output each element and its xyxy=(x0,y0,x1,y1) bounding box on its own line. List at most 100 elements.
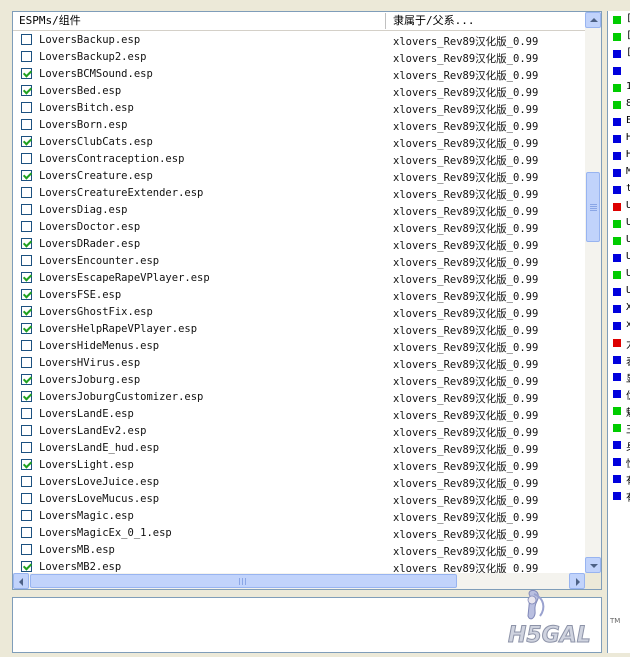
esp-row[interactable]: LoversJoburg.esp xlovers_Rev89汉化版_0.99 xyxy=(13,372,585,389)
scroll-up-button[interactable] xyxy=(585,12,601,28)
esp-checkbox[interactable] xyxy=(21,493,32,504)
side-list-item[interactable]: M xyxy=(626,166,630,177)
side-list-item[interactable]: x xyxy=(626,319,630,330)
scroll-down-button[interactable] xyxy=(585,557,601,573)
esp-checkbox[interactable] xyxy=(21,289,32,300)
esp-row[interactable]: LoversDRader.esp xlovers_Rev89汉化版_0.99 xyxy=(13,236,585,253)
esp-row[interactable]: LoversMB2.esp xlovers_Rev89汉化版_0.99 xyxy=(13,559,585,573)
esp-checkbox[interactable] xyxy=(21,238,32,249)
esp-checkbox[interactable] xyxy=(21,425,32,436)
esp-row[interactable]: LoversJoburgCustomizer.esp xlovers_Rev89汉… xyxy=(13,389,585,406)
esp-row[interactable]: LoversEncounter.esp xlovers_Rev89汉化版_0.99 xyxy=(13,253,585,270)
side-list-item[interactable]: H xyxy=(626,132,630,143)
side-list-item[interactable]: 身 xyxy=(626,438,630,453)
esp-row[interactable]: LoversFSE.esp xlovers_Rev89汉化版_0.99 xyxy=(13,287,585,304)
esp-row[interactable]: LoversBed.esp xlovers_Rev89汉化版_0.99 xyxy=(13,83,585,100)
side-list-item[interactable]: U xyxy=(626,217,630,228)
esp-row[interactable]: LoversLight.esp xlovers_Rev89汉化版_0.99 xyxy=(13,457,585,474)
esp-row[interactable]: LoversCreatureExtender.esp xlovers_Rev89汉… xyxy=(13,185,585,202)
esp-row[interactable]: LoversLoveMucus.esp xlovers_Rev89汉化版_0.99 xyxy=(13,491,585,508)
scroll-left-button[interactable] xyxy=(13,573,29,589)
side-list-item[interactable]: 1 xyxy=(626,81,630,92)
side-list-item[interactable]: 8 xyxy=(626,98,630,109)
side-list-item[interactable]: 有 xyxy=(626,489,630,504)
esp-row[interactable]: LoversGhostFix.esp xlovers_Rev89汉化版_0.99 xyxy=(13,304,585,321)
esp-row[interactable]: LoversLandE_hud.esp xlovers_Rev89汉化版_0.99 xyxy=(13,440,585,457)
side-list-item[interactable]: U xyxy=(626,285,630,296)
esp-row[interactable]: LoversCreature.esp xlovers_Rev89汉化版_0.99 xyxy=(13,168,585,185)
esp-checkbox[interactable] xyxy=(21,391,32,402)
esp-row[interactable]: LoversDiag.esp xlovers_Rev89汉化版_0.99 xyxy=(13,202,585,219)
scroll-right-button[interactable] xyxy=(569,573,585,589)
side-list-item[interactable]: X xyxy=(626,302,630,313)
esp-checkbox[interactable] xyxy=(21,323,32,334)
esp-row[interactable]: LoversBackup2.esp xlovers_Rev89汉化版_0.99 xyxy=(13,49,585,66)
esp-checkbox[interactable] xyxy=(21,357,32,368)
esp-checkbox[interactable] xyxy=(21,255,32,266)
esp-row[interactable]: LoversClubCats.esp xlovers_Rev89汉化版_0.99 xyxy=(13,134,585,151)
esp-row[interactable]: LoversHelpRapeVPlayer.esp xlovers_Rev89汉化… xyxy=(13,321,585,338)
esp-checkbox[interactable] xyxy=(21,136,32,147)
esp-checkbox[interactable] xyxy=(21,51,32,62)
esp-row[interactable]: LoversMagic.esp xlovers_Rev89汉化版_0.99 xyxy=(13,508,585,525)
esp-checkbox[interactable] xyxy=(21,187,32,198)
esp-checkbox[interactable] xyxy=(21,204,32,215)
column-header-name[interactable]: ESPMs/组件 xyxy=(19,12,383,30)
esp-checkbox[interactable] xyxy=(21,476,32,487)
esp-checkbox[interactable] xyxy=(21,153,32,164)
side-list-item[interactable]: 表 xyxy=(626,353,630,368)
side-list-item[interactable]: U xyxy=(626,268,630,279)
esp-checkbox[interactable] xyxy=(21,306,32,317)
esp-row[interactable]: LoversBCMSound.esp xlovers_Rev89汉化版_0.99 xyxy=(13,66,585,83)
esp-row[interactable]: LoversHideMenus.esp xlovers_Rev89汉化版_0.99 xyxy=(13,338,585,355)
esp-checkbox[interactable] xyxy=(21,340,32,351)
esp-row[interactable]: LoversLoveJuice.esp xlovers_Rev89汉化版_0.99 xyxy=(13,474,585,491)
esp-row[interactable]: LoversLandE.esp xlovers_Rev89汉化版_0.99 xyxy=(13,406,585,423)
side-list-item[interactable]: [ xyxy=(626,13,630,24)
side-list-item[interactable]: 优 xyxy=(626,387,630,402)
esp-checkbox[interactable] xyxy=(21,170,32,181)
horizontal-scroll-thumb[interactable] xyxy=(30,574,457,588)
esp-row[interactable]: LoversMB.esp xlovers_Rev89汉化版_0.99 xyxy=(13,542,585,559)
side-list-item[interactable]: t xyxy=(626,183,630,194)
side-list-item[interactable]: E xyxy=(626,115,630,126)
side-list-item[interactable]: U xyxy=(626,200,630,211)
esp-checkbox[interactable] xyxy=(21,102,32,113)
esp-checkbox[interactable] xyxy=(21,510,32,521)
esp-row[interactable]: LoversContraception.esp xlovers_Rev89汉化版_… xyxy=(13,151,585,168)
side-list-item[interactable]: H xyxy=(626,149,630,160)
side-list-item[interactable]: 魅 xyxy=(626,404,630,419)
esp-row[interactable]: LoversHVirus.esp xlovers_Rev89汉化版_0.99 xyxy=(13,355,585,372)
side-list-item[interactable]: 显 xyxy=(626,370,630,385)
esp-checkbox[interactable] xyxy=(21,221,32,232)
esp-checkbox[interactable] xyxy=(21,119,32,130)
side-list-item[interactable]: [ xyxy=(626,30,630,41)
esp-row[interactable]: LoversBackup.esp xlovers_Rev89汉化版_0.99 xyxy=(13,32,585,49)
esp-row[interactable]: LoversMagicEx_0_1.esp xlovers_Rev89汉化版_0.… xyxy=(13,525,585,542)
esp-row[interactable]: LoversBitch.esp xlovers_Rev89汉化版_0.99 xyxy=(13,100,585,117)
side-list-item[interactable]: 力 xyxy=(626,336,630,351)
esp-checkbox[interactable] xyxy=(21,272,32,283)
esp-row[interactable]: LoversDoctor.esp xlovers_Rev89汉化版_0.99 xyxy=(13,219,585,236)
side-list-item[interactable]: 王 xyxy=(626,421,630,436)
column-divider[interactable] xyxy=(385,13,389,29)
esp-checkbox[interactable] xyxy=(21,527,32,538)
esp-row[interactable]: LoversBorn.esp xlovers_Rev89汉化版_0.99 xyxy=(13,117,585,134)
esp-checkbox[interactable] xyxy=(21,68,32,79)
side-list-item[interactable]: U xyxy=(626,234,630,245)
esp-checkbox[interactable] xyxy=(21,442,32,453)
esp-checkbox[interactable] xyxy=(21,561,32,572)
side-list-item[interactable]: 有 xyxy=(626,472,630,487)
side-list-item[interactable]: U xyxy=(626,251,630,262)
esp-checkbox[interactable] xyxy=(21,459,32,470)
horizontal-scrollbar[interactable] xyxy=(13,573,585,589)
esp-row[interactable]: LoversEscapeRapeVPlayer.esp xlovers_Rev89… xyxy=(13,270,585,287)
side-list-item[interactable]: 性 xyxy=(626,455,630,470)
esp-checkbox[interactable] xyxy=(21,374,32,385)
vertical-scrollbar[interactable] xyxy=(585,12,601,573)
esp-checkbox[interactable] xyxy=(21,408,32,419)
esp-checkbox[interactable] xyxy=(21,85,32,96)
vertical-scroll-thumb[interactable] xyxy=(586,172,600,242)
esp-checkbox[interactable] xyxy=(21,34,32,45)
esp-row[interactable]: LoversLandEv2.esp xlovers_Rev89汉化版_0.99 xyxy=(13,423,585,440)
